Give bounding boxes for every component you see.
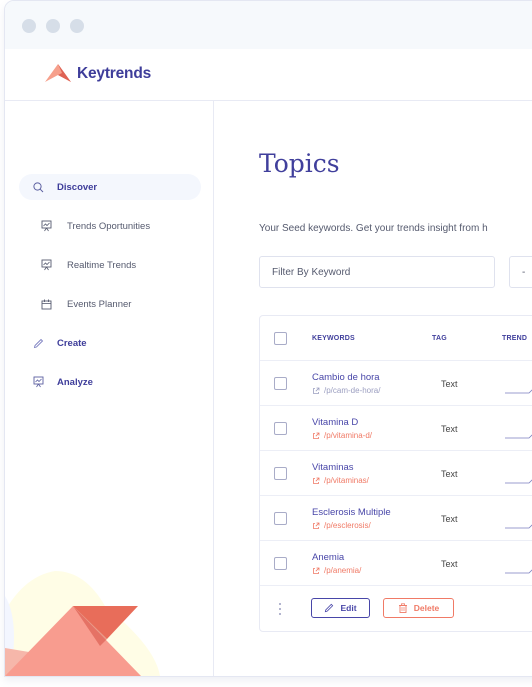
- trend-sparkline: [505, 524, 532, 529]
- presentation-chart-icon: [31, 375, 45, 389]
- urls-filter-value: -: [522, 266, 526, 278]
- window-minimize-dot[interactable]: [46, 19, 60, 33]
- row-keyword[interactable]: Anemia: [312, 552, 344, 563]
- row-checkbox[interactable]: [274, 467, 287, 480]
- urls-filter-select[interactable]: -: [509, 256, 532, 288]
- row-url: /p/cam-de-hora/: [324, 386, 381, 395]
- table-row[interactable]: Cambio de hora /p/cam-de-hora/ Text: [260, 361, 532, 406]
- window-titlebar: [5, 1, 532, 49]
- app-logo-text[interactable]: Keytrends: [77, 65, 151, 83]
- row-url-link[interactable]: /p/cam-de-hora/: [312, 386, 380, 395]
- table-row[interactable]: Esclerosis Multiple /p/esclerosis/ Text: [260, 496, 532, 541]
- row-url: /p/anemia/: [324, 566, 362, 575]
- delete-button-label: Delete: [413, 603, 440, 613]
- pencil-icon: [325, 603, 334, 613]
- presentation-chart-icon: [39, 219, 53, 233]
- sidebar-item-realtime-trends[interactable]: Realtime Trends: [19, 252, 201, 278]
- sidebar-item-label: Realtime Trends: [67, 259, 137, 271]
- decorative-illustration: [5, 571, 160, 676]
- row-url-link[interactable]: /p/anemia/: [312, 566, 361, 575]
- row-checkbox[interactable]: [274, 377, 287, 390]
- table-footer: Edit Delete: [260, 586, 532, 632]
- row-keyword[interactable]: Vitaminas: [312, 462, 354, 473]
- sidebar-item-discover[interactable]: Discover: [19, 174, 201, 200]
- column-header-trend[interactable]: TREND: [502, 335, 527, 342]
- row-tag: Text: [441, 514, 458, 524]
- external-link-icon: [313, 387, 320, 394]
- edit-button-label: Edit: [340, 603, 357, 613]
- external-link-icon: [313, 432, 320, 439]
- row-url-link[interactable]: /p/esclerosis/: [312, 521, 371, 530]
- app-header: Keytrends: [5, 49, 532, 101]
- more-vertical-icon[interactable]: [278, 602, 282, 616]
- trash-icon: [398, 603, 407, 613]
- window-close-dot[interactable]: [22, 19, 36, 33]
- sidebar-item-analyze[interactable]: Analyze: [19, 369, 201, 395]
- row-checkbox[interactable]: [274, 557, 287, 570]
- sidebar-item-label: Create: [57, 337, 87, 349]
- row-tag: Text: [441, 469, 458, 479]
- table-header: KEYWORDS TAG TREND: [260, 316, 532, 361]
- column-header-keywords[interactable]: KEYWORDS: [312, 335, 355, 342]
- page-title: Topics: [259, 149, 340, 178]
- trend-sparkline: [505, 389, 532, 394]
- external-link-icon: [313, 522, 320, 529]
- row-keyword[interactable]: Cambio de hora: [312, 372, 380, 383]
- external-link-icon: [313, 567, 320, 574]
- sidebar-item-label: Discover: [57, 181, 98, 193]
- sidebar-item-label: Trends Oportunities: [67, 220, 151, 232]
- sidebar-item-label: Analyze: [57, 376, 93, 388]
- pencil-icon: [31, 336, 45, 350]
- row-tag: Text: [441, 379, 458, 389]
- row-url: /p/esclerosis/: [324, 521, 371, 530]
- delete-button[interactable]: Delete: [383, 598, 454, 618]
- main-content: Topics Your Seed keywords. Get your tren…: [215, 101, 532, 676]
- row-url-link[interactable]: /p/vitamina-d/: [312, 431, 372, 440]
- table-row[interactable]: Vitaminas /p/vitaminas/ Text: [260, 451, 532, 496]
- column-header-tag[interactable]: TAG: [432, 335, 447, 342]
- keyword-filter-placeholder: Filter By Keyword: [272, 266, 351, 278]
- trend-sparkline: [505, 434, 532, 439]
- sidebar-item-events-planner[interactable]: Events Planner: [19, 291, 201, 317]
- table-row[interactable]: Vitamina D /p/vitamina-d/ Text: [260, 406, 532, 451]
- row-url-link[interactable]: /p/vitaminas/: [312, 476, 369, 485]
- row-url: /p/vitaminas/: [324, 476, 369, 485]
- external-link-icon: [313, 477, 320, 484]
- keyword-filter-input[interactable]: Filter By Keyword: [259, 256, 495, 288]
- sidebar-item-trends-oportunities[interactable]: Trends Oportunities: [19, 213, 201, 239]
- table-row[interactable]: Anemia /p/anemia/ Text: [260, 541, 532, 586]
- calendar-icon: [39, 297, 53, 311]
- row-checkbox[interactable]: [274, 422, 287, 435]
- trend-sparkline: [505, 479, 532, 484]
- sidebar: Discover Trends Oportunities Realtime Tr…: [5, 101, 214, 676]
- row-tag: Text: [441, 424, 458, 434]
- topics-table: KEYWORDS TAG TREND Cambio de hora /p/cam…: [259, 315, 532, 632]
- row-keyword[interactable]: Esclerosis Multiple: [312, 507, 391, 518]
- sidebar-item-create[interactable]: Create: [19, 330, 201, 356]
- app-window: Keytrends Discover Trends Oportunities R…: [4, 0, 532, 677]
- row-keyword[interactable]: Vitamina D: [312, 417, 358, 428]
- keytrends-logo-icon: [45, 64, 71, 82]
- sidebar-item-label: Events Planner: [67, 298, 132, 310]
- row-checkbox[interactable]: [274, 512, 287, 525]
- presentation-chart-icon: [39, 258, 53, 272]
- row-url: /p/vitamina-d/: [324, 431, 373, 440]
- row-tag: Text: [441, 559, 458, 569]
- edit-button[interactable]: Edit: [311, 598, 370, 618]
- page-subtitle: Your Seed keywords. Get your trends insi…: [259, 223, 488, 234]
- trend-sparkline: [505, 569, 532, 574]
- search-icon: [31, 180, 45, 194]
- select-all-checkbox[interactable]: [274, 332, 287, 345]
- window-maximize-dot[interactable]: [70, 19, 84, 33]
